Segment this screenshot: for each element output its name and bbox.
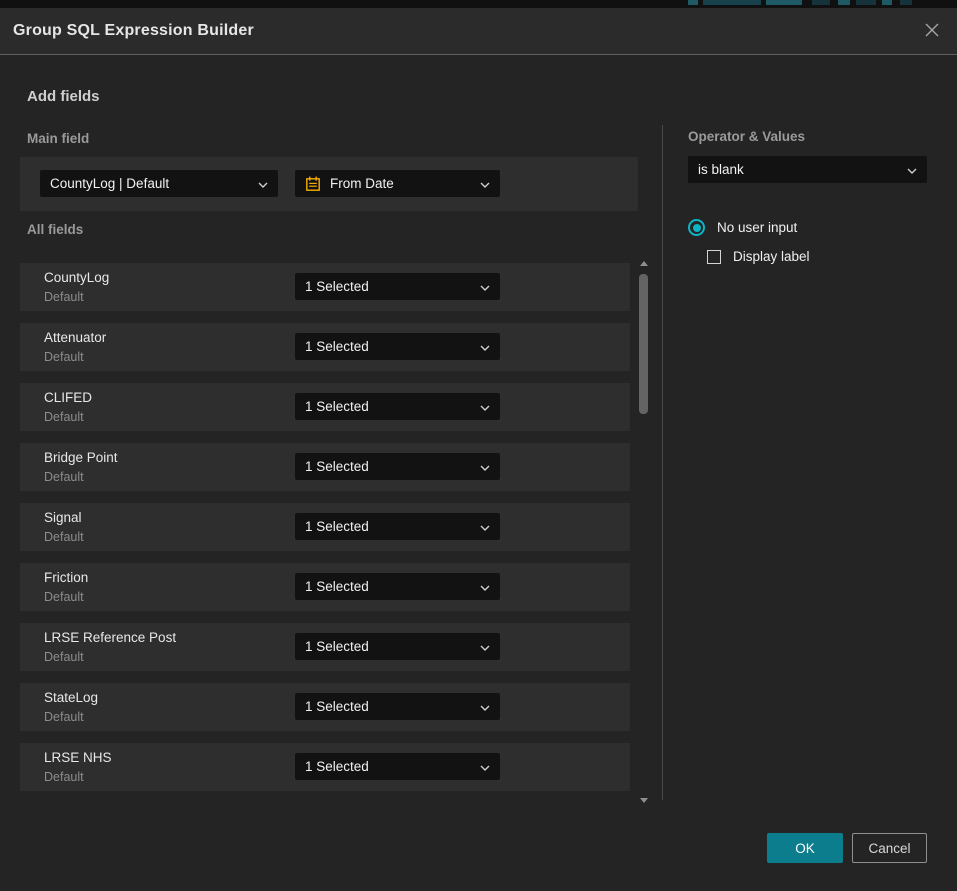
- background-fragment: [856, 0, 876, 5]
- scroll-up-arrow[interactable]: [640, 261, 648, 266]
- operator-dropdown[interactable]: is blank: [688, 156, 927, 183]
- add-fields-heading: Add fields: [27, 88, 100, 105]
- field-name: LRSE NHS: [44, 750, 112, 765]
- field-row: StateLog Default 1 Selected: [20, 683, 630, 731]
- field-row: LRSE NHS Default 1 Selected: [20, 743, 630, 791]
- field-selection-value: 1 Selected: [305, 699, 472, 714]
- background-fragment: [766, 0, 802, 5]
- all-fields-list: CountyLog Default 1 Selected Attenuator …: [20, 263, 630, 791]
- group-sql-expression-builder-dialog: Group SQL Expression Builder Add fields …: [0, 0, 957, 891]
- field-name: Signal: [44, 510, 82, 525]
- operator-values-heading: Operator & Values: [688, 129, 805, 144]
- fields-list-scrollbar: [639, 258, 650, 806]
- scrollbar-thumb[interactable]: [639, 274, 648, 414]
- layer-select-value: CountyLog | Default: [50, 176, 250, 191]
- checkbox-unchecked-icon[interactable]: [707, 250, 721, 264]
- chevron-down-icon: [480, 699, 490, 714]
- cancel-button[interactable]: Cancel: [852, 833, 927, 863]
- field-selection-value: 1 Selected: [305, 459, 472, 474]
- main-field-select-value: From Date: [330, 176, 472, 191]
- field-selection-dropdown[interactable]: 1 Selected: [295, 633, 500, 660]
- chevron-down-icon: [907, 162, 917, 177]
- no-user-input-option[interactable]: No user input: [688, 219, 797, 236]
- field-subtitle: Default: [44, 290, 84, 304]
- scroll-down-arrow[interactable]: [640, 798, 648, 803]
- chevron-down-icon: [480, 399, 490, 414]
- field-subtitle: Default: [44, 770, 84, 784]
- chevron-down-icon: [480, 759, 490, 774]
- field-selection-value: 1 Selected: [305, 279, 472, 294]
- field-selection-value: 1 Selected: [305, 339, 472, 354]
- main-field-label: Main field: [27, 131, 89, 146]
- field-selection-dropdown[interactable]: 1 Selected: [295, 513, 500, 540]
- field-name: Attenuator: [44, 330, 106, 345]
- field-row: CLIFED Default 1 Selected: [20, 383, 630, 431]
- field-subtitle: Default: [44, 650, 84, 664]
- field-name: CountyLog: [44, 270, 109, 285]
- chevron-down-icon: [258, 176, 268, 191]
- chevron-down-icon: [480, 639, 490, 654]
- chevron-down-icon: [480, 176, 490, 191]
- dialog-title: Group SQL Expression Builder: [13, 8, 254, 54]
- display-label-option[interactable]: Display label: [707, 249, 810, 264]
- field-name: LRSE Reference Post: [44, 630, 176, 645]
- field-row: Bridge Point Default 1 Selected: [20, 443, 630, 491]
- field-selection-value: 1 Selected: [305, 579, 472, 594]
- field-row: Attenuator Default 1 Selected: [20, 323, 630, 371]
- all-fields-label: All fields: [27, 222, 83, 237]
- field-selection-dropdown[interactable]: 1 Selected: [295, 393, 500, 420]
- field-name: CLIFED: [44, 390, 92, 405]
- field-row: CountyLog Default 1 Selected: [20, 263, 630, 311]
- close-icon: [924, 22, 940, 41]
- field-subtitle: Default: [44, 590, 84, 604]
- field-selection-value: 1 Selected: [305, 519, 472, 534]
- field-row: Signal Default 1 Selected: [20, 503, 630, 551]
- field-name: Friction: [44, 570, 88, 585]
- background-fragment: [688, 0, 698, 5]
- display-label-text[interactable]: Display label: [733, 249, 810, 264]
- field-selection-dropdown[interactable]: 1 Selected: [295, 573, 500, 600]
- chevron-down-icon: [480, 579, 490, 594]
- calendar-icon: [305, 176, 321, 192]
- dialog-body: Group SQL Expression Builder Add fields …: [0, 8, 957, 891]
- background-fragment: [900, 0, 912, 5]
- background-fragment: [882, 0, 892, 5]
- field-subtitle: Default: [44, 530, 84, 544]
- field-selection-dropdown[interactable]: 1 Selected: [295, 273, 500, 300]
- field-selection-dropdown[interactable]: 1 Selected: [295, 333, 500, 360]
- main-field-panel: CountyLog | Default From Date: [20, 157, 638, 211]
- operator-value: is blank: [698, 162, 899, 177]
- main-field-select-dropdown[interactable]: From Date: [295, 170, 500, 197]
- field-row: LRSE Reference Post Default 1 Selected: [20, 623, 630, 671]
- close-button[interactable]: [921, 20, 943, 42]
- field-subtitle: Default: [44, 470, 84, 484]
- field-subtitle: Default: [44, 710, 84, 724]
- field-name: Bridge Point: [44, 450, 118, 465]
- field-selection-dropdown[interactable]: 1 Selected: [295, 693, 500, 720]
- panel-divider: [662, 125, 663, 800]
- dialog-titlebar: Group SQL Expression Builder: [0, 8, 957, 55]
- background-fragment: [812, 0, 830, 5]
- field-selection-dropdown[interactable]: 1 Selected: [295, 753, 500, 780]
- layer-select-dropdown[interactable]: CountyLog | Default: [40, 170, 278, 197]
- field-subtitle: Default: [44, 350, 84, 364]
- chevron-down-icon: [480, 339, 490, 354]
- field-row: Friction Default 1 Selected: [20, 563, 630, 611]
- chevron-down-icon: [480, 519, 490, 534]
- field-name: StateLog: [44, 690, 98, 705]
- field-subtitle: Default: [44, 410, 84, 424]
- background-fragment: [838, 0, 850, 5]
- no-user-input-label[interactable]: No user input: [717, 220, 797, 235]
- field-selection-value: 1 Selected: [305, 399, 472, 414]
- field-selection-value: 1 Selected: [305, 639, 472, 654]
- chevron-down-icon: [480, 459, 490, 474]
- background-app-strip: [0, 0, 957, 8]
- chevron-down-icon: [480, 279, 490, 294]
- radio-selected-icon[interactable]: [688, 219, 705, 236]
- background-fragment: [703, 0, 761, 5]
- field-selection-dropdown[interactable]: 1 Selected: [295, 453, 500, 480]
- field-selection-value: 1 Selected: [305, 759, 472, 774]
- ok-button[interactable]: OK: [767, 833, 843, 863]
